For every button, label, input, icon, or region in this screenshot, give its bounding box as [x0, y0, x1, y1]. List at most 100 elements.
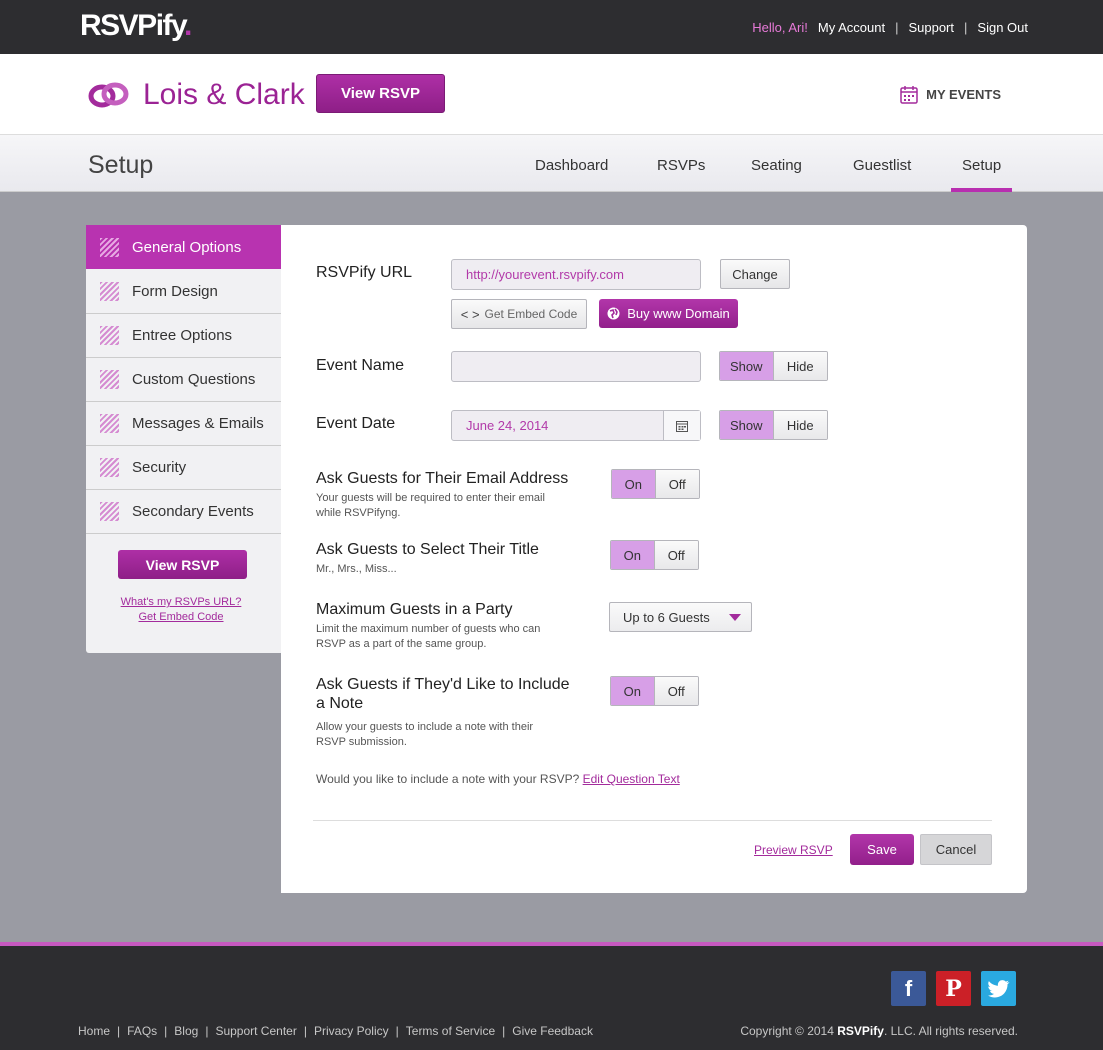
- note-toggle[interactable]: On Off: [610, 676, 699, 706]
- event-date-label: Event Date: [316, 415, 396, 432]
- separator: |: [164, 1024, 168, 1038]
- hatch-icon: [100, 414, 119, 433]
- hatch-icon: [100, 502, 119, 521]
- preview-rsvp-link[interactable]: Preview RSVP: [754, 843, 833, 857]
- separator: |: [502, 1024, 506, 1038]
- hatch-icon: [100, 326, 119, 345]
- sidebar-item-entree-options[interactable]: Entree Options: [86, 314, 282, 358]
- title-toggle[interactable]: On Off: [610, 540, 699, 570]
- separator: |: [895, 20, 899, 35]
- page-title: Setup: [88, 151, 154, 179]
- separator: |: [395, 1024, 399, 1038]
- get-embed-code-button[interactable]: < > Get Embed Code: [451, 299, 587, 329]
- my-events-label: MY EVENTS: [926, 87, 1001, 102]
- support-link[interactable]: Support: [908, 20, 954, 35]
- separator: |: [117, 1024, 121, 1038]
- note-question-label-2: a Note: [316, 695, 364, 712]
- rsvp-url-link[interactable]: What's my RSVPs URL?: [86, 596, 276, 608]
- event-name-visibility-toggle[interactable]: Show Hide: [719, 351, 828, 381]
- email-question-desc-2: while RSVPifyng.: [316, 507, 401, 519]
- twitter-icon[interactable]: [981, 971, 1016, 1006]
- event-date-field[interactable]: June 24, 2014: [451, 410, 701, 441]
- general-options-panel: RSVPify URL http://yourevent.rsvpify.com…: [281, 225, 1027, 893]
- setup-sidebar: General Options Form Design Entree Optio…: [86, 225, 282, 653]
- on-option[interactable]: On: [611, 541, 655, 569]
- max-guests-label: Maximum Guests in a Party: [316, 601, 513, 618]
- event-title: Lois & Clark: [143, 78, 305, 111]
- max-guests-select[interactable]: Up to 6 Guests: [609, 602, 752, 632]
- note-question-desc-2: RSVP submission.: [316, 736, 407, 748]
- event-date-visibility-toggle[interactable]: Show Hide: [719, 410, 828, 440]
- greeting: Hello, Ari!: [752, 20, 808, 35]
- sign-out-link[interactable]: Sign Out: [977, 20, 1028, 35]
- date-picker-button[interactable]: [663, 411, 700, 440]
- calendar-icon: [676, 420, 688, 432]
- title-question-desc: Mr., Mrs., Miss...: [316, 563, 397, 575]
- twitter-bird-glyph: [987, 979, 1009, 997]
- note-question-desc-1: Allow your guests to include a note with…: [316, 721, 534, 733]
- view-rsvp-button[interactable]: View RSVP: [316, 74, 445, 113]
- footer-link-privacy-policy[interactable]: Privacy Policy: [314, 1024, 389, 1038]
- sidebar-item-custom-questions[interactable]: Custom Questions: [86, 358, 282, 402]
- tab-dashboard[interactable]: Dashboard: [535, 157, 608, 174]
- hide-option[interactable]: Hide: [773, 411, 827, 439]
- show-option[interactable]: Show: [720, 352, 774, 380]
- my-account-link[interactable]: My Account: [818, 20, 885, 35]
- tab-setup[interactable]: Setup: [950, 157, 1013, 192]
- footer-link-faqs[interactable]: FAQs: [127, 1024, 157, 1038]
- on-option[interactable]: On: [612, 470, 656, 498]
- change-url-button[interactable]: Change: [720, 259, 790, 289]
- tab-rsvps[interactable]: RSVPs: [657, 157, 705, 174]
- footer-link-terms[interactable]: Terms of Service: [406, 1024, 495, 1038]
- sidebar-item-messages-emails[interactable]: Messages & Emails: [86, 402, 282, 446]
- tab-seating[interactable]: Seating: [751, 157, 802, 174]
- top-bar: RSVPify. Hello, Ari! My Account | Suppor…: [0, 0, 1103, 54]
- off-option[interactable]: Off: [654, 541, 698, 569]
- on-option[interactable]: On: [611, 677, 655, 705]
- edit-question-text-link[interactable]: Edit Question Text: [583, 772, 680, 786]
- pinterest-icon[interactable]: P: [936, 971, 971, 1006]
- code-icon: < >: [460, 306, 480, 322]
- off-option[interactable]: Off: [654, 677, 698, 705]
- tab-guestlist[interactable]: Guestlist: [853, 157, 911, 174]
- save-button[interactable]: Save: [850, 834, 914, 865]
- title-question-label: Ask Guests to Select Their Title: [316, 541, 539, 558]
- sidebar-item-form-design[interactable]: Form Design: [86, 270, 282, 314]
- separator: |: [205, 1024, 209, 1038]
- buy-domain-button[interactable]: Buy www Domain: [599, 299, 738, 328]
- footer-link-blog[interactable]: Blog: [174, 1024, 198, 1038]
- footer-link-support-center[interactable]: Support Center: [215, 1024, 296, 1038]
- email-question-desc-1: Your guests will be required to enter th…: [316, 492, 545, 504]
- sidebar-item-general-options[interactable]: General Options: [86, 225, 282, 269]
- sidebar-item-security[interactable]: Security: [86, 446, 282, 490]
- sidebar-item-secondary-events[interactable]: Secondary Events: [86, 490, 282, 534]
- note-question-text: Would you like to include a note with yo…: [316, 772, 680, 786]
- copyright: Copyright © 2014 RSVPify. LLC. All right…: [740, 1024, 1018, 1038]
- sidebar-view-rsvp-button[interactable]: View RSVP: [118, 550, 247, 579]
- footer-link-feedback[interactable]: Give Feedback: [512, 1024, 593, 1038]
- hatch-icon: [100, 458, 119, 477]
- account-links: Hello, Ari! My Account | Support | Sign …: [752, 20, 1028, 35]
- off-option[interactable]: Off: [655, 470, 699, 498]
- event-name-field[interactable]: [451, 351, 701, 382]
- hatch-icon: [100, 370, 119, 389]
- embed-code-link[interactable]: Get Embed Code: [86, 611, 276, 623]
- email-toggle[interactable]: On Off: [611, 469, 700, 499]
- rings-icon: [88, 82, 129, 108]
- facebook-icon[interactable]: f: [891, 971, 926, 1006]
- cancel-button[interactable]: Cancel: [920, 834, 992, 865]
- my-events-link[interactable]: MY EVENTS: [900, 85, 1001, 104]
- chevron-down-icon: [729, 614, 741, 621]
- footer-link-home[interactable]: Home: [78, 1024, 110, 1038]
- note-question-label-1: Ask Guests if They'd Like to Include: [316, 676, 570, 693]
- max-guests-desc-2: RSVP as a part of the same group.: [316, 638, 487, 650]
- rsvpify-url-field[interactable]: http://yourevent.rsvpify.com: [451, 259, 701, 290]
- show-option[interactable]: Show: [720, 411, 774, 439]
- rsvpify-logo[interactable]: RSVPify.: [80, 9, 192, 43]
- separator: |: [303, 1024, 307, 1038]
- event-header: Lois & Clark View RSVP MY EVENTS: [0, 54, 1103, 135]
- calendar-icon: [900, 86, 918, 104]
- hatch-icon: [100, 237, 119, 257]
- hide-option[interactable]: Hide: [773, 352, 827, 380]
- footer: f P Home | FAQs | Blog | Support Center | Pr…: [0, 942, 1103, 1050]
